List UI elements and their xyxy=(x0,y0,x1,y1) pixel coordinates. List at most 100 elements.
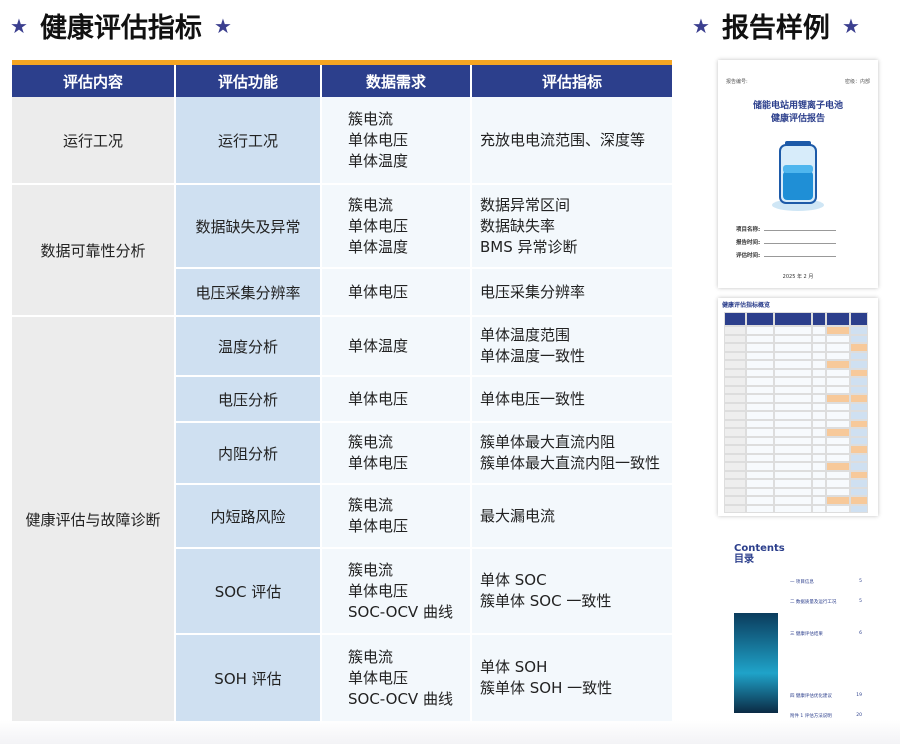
contents-item-page: 5 xyxy=(859,579,862,584)
mini-cell xyxy=(826,360,850,369)
mini-cell xyxy=(826,411,850,420)
mini-cell xyxy=(774,470,812,479)
table-body: 运行工况 运行工况 簇电流 单体电压 单体温度 充放电电流范围、深度等 数据可靠性分析 数据缺… xyxy=(12,97,672,723)
mini-cell xyxy=(724,377,746,386)
mini-cell xyxy=(724,312,746,326)
category-cell: 健康评估与故障诊断 xyxy=(12,317,176,723)
right-title: ★ 报告样例 ★ xyxy=(692,6,860,45)
metric-item: 簇单体 SOH 一致性 xyxy=(480,679,613,697)
mini-row xyxy=(724,377,874,386)
mini-cell xyxy=(774,343,812,352)
metric-item: 电压采集分辨率 xyxy=(480,282,586,301)
mini-cell xyxy=(826,504,850,513)
cover-title-line2: 健康评估报告 xyxy=(770,114,825,124)
mini-cell xyxy=(826,470,850,479)
mini-cell xyxy=(774,419,812,428)
mini-cell xyxy=(826,496,850,505)
mini-cell xyxy=(746,470,774,479)
mini-cell xyxy=(724,479,746,488)
mini-cell xyxy=(812,496,826,505)
data-item: 单体温度 xyxy=(348,151,409,170)
contents-item-page: 20 xyxy=(856,713,862,718)
mini-row xyxy=(724,462,874,471)
mini-cell xyxy=(724,326,746,335)
mini-cell xyxy=(746,351,774,360)
mini-cell xyxy=(724,334,746,343)
metric-item: 充放电电流范围、深度等 xyxy=(480,130,646,149)
mini-cell xyxy=(850,428,868,437)
metric-item: 单体 SOC xyxy=(480,571,547,589)
mini-cell xyxy=(774,496,812,505)
mini-cell xyxy=(746,343,774,352)
left-title-text: 健康评估指标 xyxy=(39,13,202,44)
mini-cell xyxy=(850,394,868,403)
mini-cell xyxy=(746,496,774,505)
star-icon: ★ xyxy=(10,13,28,38)
mini-cell xyxy=(812,360,826,369)
mini-cell xyxy=(746,487,774,496)
mini-cell xyxy=(826,462,850,471)
data-item: 簇电流 xyxy=(348,496,394,514)
metric-item: 数据缺失率 xyxy=(480,216,556,235)
mini-cell xyxy=(746,368,774,377)
mini-cell xyxy=(724,394,746,403)
mini-cell xyxy=(774,436,812,445)
data-item: 单体电压 xyxy=(348,581,409,600)
mini-cell xyxy=(774,479,812,488)
metric-cell: 数据异常区间 数据缺失率 BMS 异常诊断 xyxy=(472,185,672,269)
mini-cell xyxy=(812,343,826,352)
metric-cell: 单体电压一致性 xyxy=(472,377,672,423)
mini-cell xyxy=(850,360,868,369)
data-cell: 簇电流 单体电压 xyxy=(322,423,472,485)
metric-item: 簇单体最大直流内阻一致性 xyxy=(480,454,661,472)
mini-cell xyxy=(812,368,826,377)
mini-cell xyxy=(812,479,826,488)
mini-row xyxy=(724,436,874,445)
mini-cell xyxy=(774,351,812,360)
mini-cell xyxy=(850,453,868,462)
mini-cell xyxy=(724,470,746,479)
report-cover-preview: 报告编号: 密级：内部 储能电站用锂离子电池 健康评估报告 项目名称: 报告时间… xyxy=(718,60,878,288)
contents-title-cn: 目录 xyxy=(734,554,754,565)
mini-cell xyxy=(850,496,868,505)
function-cell: 内阻分析 xyxy=(176,423,322,485)
mini-cell xyxy=(850,411,868,420)
mini-cell xyxy=(746,436,774,445)
data-cell: 簇电流 单体电压 单体温度 xyxy=(322,185,472,269)
mini-row xyxy=(724,312,874,326)
mini-row xyxy=(724,428,874,437)
data-cell: 单体电压 xyxy=(322,377,472,423)
mini-cell xyxy=(724,368,746,377)
report-table-preview: 健康评估指标概览 xyxy=(718,298,878,516)
function-cell: 电压采集分辨率 xyxy=(176,269,322,317)
mini-cell xyxy=(774,312,812,326)
mini-cell xyxy=(724,428,746,437)
table-header-function: 评估功能 xyxy=(176,65,322,97)
left-title: ★ 健康评估指标 ★ xyxy=(10,6,232,45)
data-item: SOC-OCV 曲线 xyxy=(348,602,453,621)
metric-cell: 最大漏电流 xyxy=(472,485,672,549)
mini-row xyxy=(724,402,874,411)
data-item: 簇电流 xyxy=(348,109,394,128)
mini-cell xyxy=(746,428,774,437)
metric-item: 簇单体 SOC 一致性 xyxy=(480,592,612,610)
mini-cell xyxy=(812,504,826,513)
battery-glow-image xyxy=(734,613,778,713)
mini-cell xyxy=(826,343,850,352)
mini-cell xyxy=(812,411,826,420)
mini-cell xyxy=(774,453,812,462)
contents-item-label: 三 健康评估结果 xyxy=(790,632,823,637)
mini-cell xyxy=(826,428,850,437)
mini-cell xyxy=(774,394,812,403)
contents-item-label: 附件 1 评估方法说明 xyxy=(790,714,832,719)
mini-cell xyxy=(774,360,812,369)
star-icon: ★ xyxy=(841,13,860,38)
mini-cell xyxy=(746,504,774,513)
mini-cell xyxy=(774,487,812,496)
data-cell: 簇电流 单体电压 单体温度 xyxy=(322,97,472,185)
table-row: 数据可靠性分析 数据缺失及异常 簇电流 单体电压 单体温度 数据异常区间 数据缺失率 BMS … xyxy=(12,185,672,317)
data-item: 簇电流 xyxy=(348,560,394,579)
contents-item-page: 19 xyxy=(856,693,862,698)
metric-cell: 充放电电流范围、深度等 xyxy=(472,97,672,185)
data-cell: 簇电流 单体电压 xyxy=(322,485,472,549)
